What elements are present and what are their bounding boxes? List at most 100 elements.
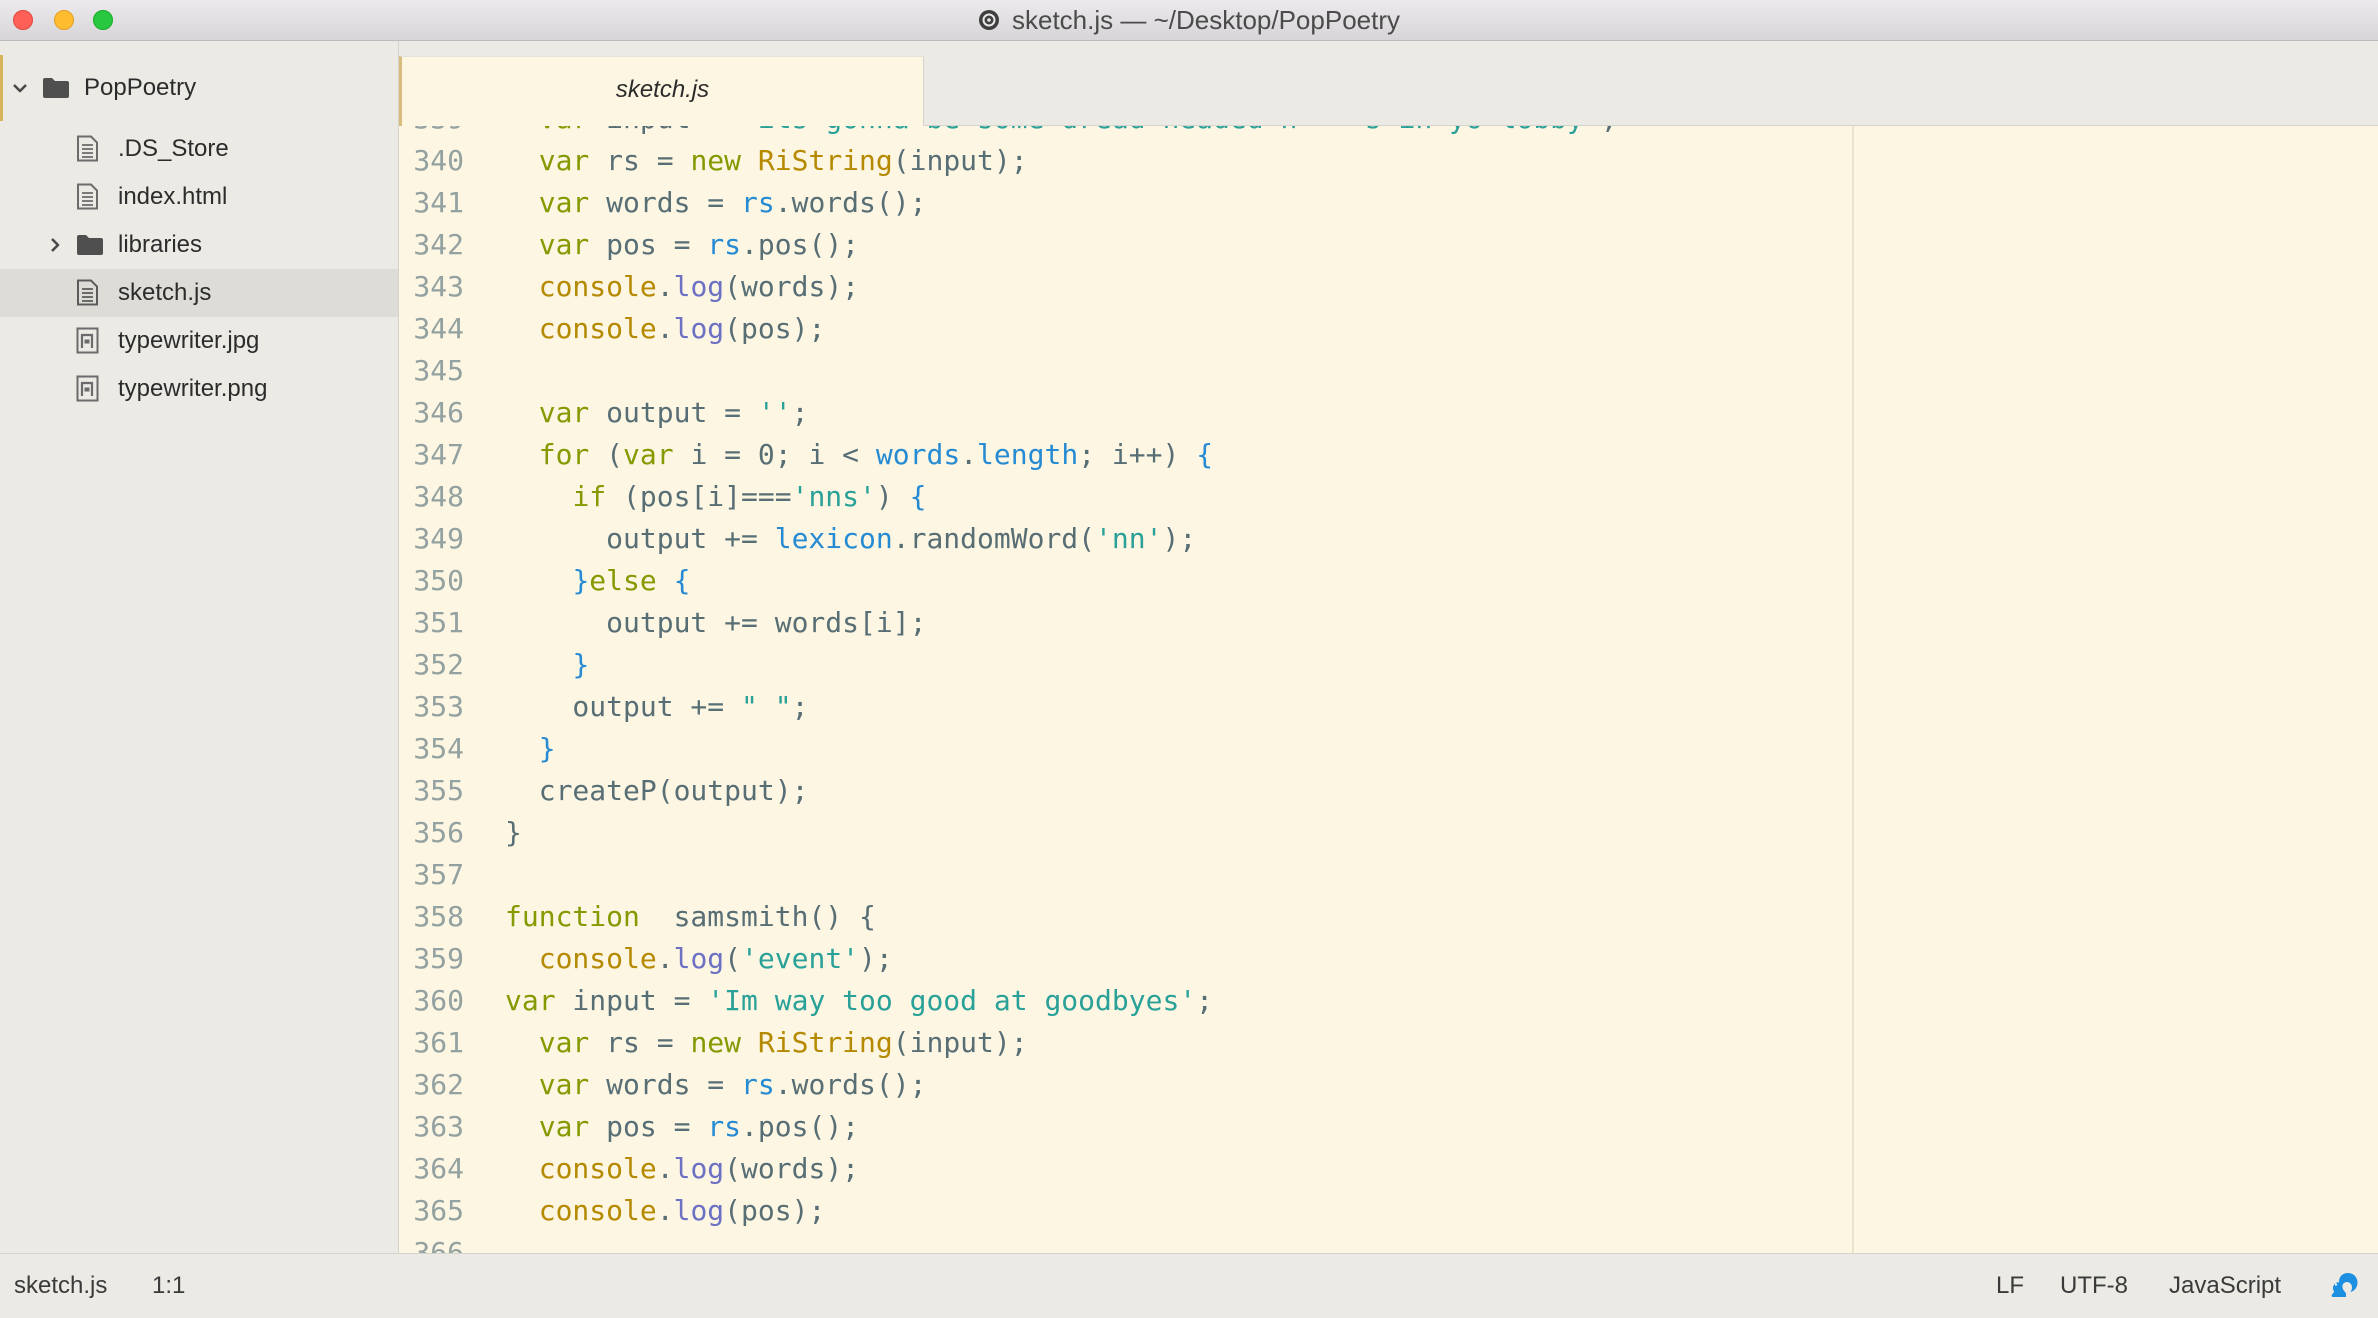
- status-cursor-position[interactable]: 1:1: [152, 1254, 185, 1318]
- code-token: 'nn': [1095, 522, 1163, 555]
- code-line[interactable]: 359 console.log('event');: [399, 938, 2378, 980]
- code-text[interactable]: console.log(pos);: [505, 308, 826, 350]
- tree-item-sketch-js[interactable]: sketch.js: [0, 269, 398, 317]
- code-text[interactable]: var rs = new RiString(input);: [505, 140, 1028, 182]
- code-text[interactable]: var words = rs.words();: [505, 182, 927, 224]
- code-line[interactable]: 353 output += " ";: [399, 686, 2378, 728]
- code-text[interactable]: if (pos[i]==='nns') {: [505, 476, 926, 518]
- code-line[interactable]: 345: [399, 350, 2378, 392]
- file-text-icon: [77, 135, 98, 162]
- code-line[interactable]: 358 function samsmith() {: [399, 896, 2378, 938]
- tree-item-typewriter-jpg[interactable]: typewriter.jpg: [0, 317, 398, 365]
- code-editor[interactable]: 339 var input = 'its gonna be some dread…: [399, 126, 2378, 1253]
- line-number: 363: [413, 1110, 464, 1143]
- line-number: 340: [413, 144, 464, 177]
- code-token: .: [656, 1194, 674, 1227]
- code-line[interactable]: 342 var pos = rs.pos();: [399, 224, 2378, 266]
- code-line[interactable]: 348 if (pos[i]==='nns') {: [399, 476, 2378, 518]
- code-line[interactable]: 352 }: [399, 644, 2378, 686]
- code-text[interactable]: output += words[i];: [505, 602, 926, 644]
- code-text[interactable]: console.log('event');: [505, 938, 893, 980]
- code-line[interactable]: 340 var rs = new RiString(input);: [399, 140, 2378, 182]
- code-line[interactable]: 365 console.log(pos);: [399, 1190, 2378, 1232]
- squirrel-icon[interactable]: [2327, 1271, 2359, 1301]
- code-token: ): [875, 480, 910, 513]
- tree-item-typewriter-png[interactable]: typewriter.png: [0, 365, 398, 413]
- code-line[interactable]: 354 }: [399, 728, 2378, 770]
- tree-item-ds-store[interactable]: .DS_Store: [0, 125, 398, 173]
- code-token: 'Im way too good at goodbyes': [707, 984, 1197, 1017]
- line-number: 342: [413, 228, 464, 261]
- code-text[interactable]: for (var i = 0; i < words.length; i++) {: [505, 434, 1213, 476]
- code-line[interactable]: 351 output += words[i];: [399, 602, 2378, 644]
- code-line[interactable]: 341 var words = rs.words();: [399, 182, 2378, 224]
- code-text[interactable]: function samsmith() {: [505, 896, 876, 938]
- code-lines[interactable]: 339 var input = 'its gonna be some dread…: [399, 126, 2378, 1253]
- code-token: new: [690, 1026, 742, 1059]
- tab-sketch-js[interactable]: sketch.js: [399, 56, 924, 126]
- code-line[interactable]: 350 }else {: [399, 560, 2378, 602]
- code-text[interactable]: }else {: [505, 560, 690, 602]
- code-text[interactable]: }: [505, 812, 522, 854]
- code-line[interactable]: 363 var pos = rs.pos();: [399, 1106, 2378, 1148]
- code-text[interactable]: createP(output);: [505, 770, 809, 812]
- code-text[interactable]: console.log(words);: [505, 1148, 859, 1190]
- code-line[interactable]: 343 console.log(words);: [399, 266, 2378, 308]
- code-text[interactable]: }: [505, 644, 589, 686]
- status-encoding[interactable]: UTF-8: [2060, 1254, 2128, 1318]
- code-line[interactable]: 339 var input = 'its gonna be some dread…: [399, 126, 2378, 140]
- code-line[interactable]: 346 var output = '';: [399, 392, 2378, 434]
- code-token: if: [572, 480, 607, 513]
- chevron-down-icon[interactable]: [11, 79, 29, 97]
- code-token: console: [538, 1194, 657, 1227]
- code-token: (input);: [892, 144, 1028, 177]
- code-text[interactable]: var pos = rs.pos();: [505, 1106, 859, 1148]
- code-text[interactable]: var output = '';: [505, 392, 809, 434]
- code-text[interactable]: }: [505, 728, 556, 770]
- status-file-name[interactable]: sketch.js: [14, 1254, 107, 1318]
- code-line[interactable]: 366: [399, 1232, 2378, 1253]
- code-line[interactable]: 355 createP(output);: [399, 770, 2378, 812]
- code-line[interactable]: 349 output += lexicon.randomWord('nn');: [399, 518, 2378, 560]
- status-grammar[interactable]: JavaScript: [2169, 1254, 2281, 1318]
- code-text[interactable]: console.log(pos);: [505, 1190, 826, 1232]
- code-line[interactable]: 357: [399, 854, 2378, 896]
- tab-label: sketch.js: [615, 76, 710, 103]
- code-text[interactable]: var input = 'Im way too good at goodbyes…: [505, 980, 1213, 1022]
- code-line[interactable]: 361 var rs = new RiString(input);: [399, 1022, 2378, 1064]
- title-bar: sketch.js — ~/Desktop/PopPoetry: [0, 0, 2378, 41]
- code-text[interactable]: var words = rs.words();: [505, 1064, 927, 1106]
- code-token: createP(output);: [505, 774, 809, 807]
- code-text[interactable]: console.log(words);: [505, 266, 859, 308]
- code-line[interactable]: 362 var words = rs.words();: [399, 1064, 2378, 1106]
- tree-view: PopPoetry .DS_Store index.html libraries…: [0, 41, 399, 1253]
- code-token: var: [538, 228, 590, 261]
- code-line[interactable]: 344 console.log(pos);: [399, 308, 2378, 350]
- code-text[interactable]: output += lexicon.randomWord('nn');: [505, 518, 1196, 560]
- code-text[interactable]: var rs = new RiString(input);: [505, 1022, 1028, 1064]
- tree-root-label: PopPoetry: [84, 74, 197, 101]
- tree-item-index-html[interactable]: index.html: [0, 173, 398, 221]
- tree-item-libraries[interactable]: libraries: [0, 221, 398, 269]
- code-line[interactable]: 356}: [399, 812, 2378, 854]
- code-token: .randomWord(: [892, 522, 1096, 555]
- status-line-ending[interactable]: LF: [1996, 1254, 2024, 1318]
- code-text[interactable]: var input = 'its gonna be some dread hea…: [505, 126, 1618, 140]
- code-text[interactable]: var pos = rs.pos();: [505, 224, 859, 266]
- line-number: 345: [413, 354, 464, 387]
- line-number: 364: [413, 1152, 464, 1185]
- chevron-right-icon[interactable]: [46, 236, 64, 254]
- code-token: .: [960, 438, 978, 471]
- tree-root-folder[interactable]: PopPoetry: [0, 64, 398, 112]
- code-line[interactable]: 364 console.log(words);: [399, 1148, 2378, 1190]
- document-icon[interactable]: [978, 9, 1000, 31]
- line-number: 352: [413, 648, 464, 681]
- code-text[interactable]: output += " ";: [505, 686, 808, 728]
- code-token: .: [656, 270, 674, 303]
- code-line[interactable]: 360 var input = 'Im way too good at goodb…: [399, 980, 2378, 1022]
- code-line[interactable]: 347 for (var i = 0; i < words.length; i+…: [399, 434, 2378, 476]
